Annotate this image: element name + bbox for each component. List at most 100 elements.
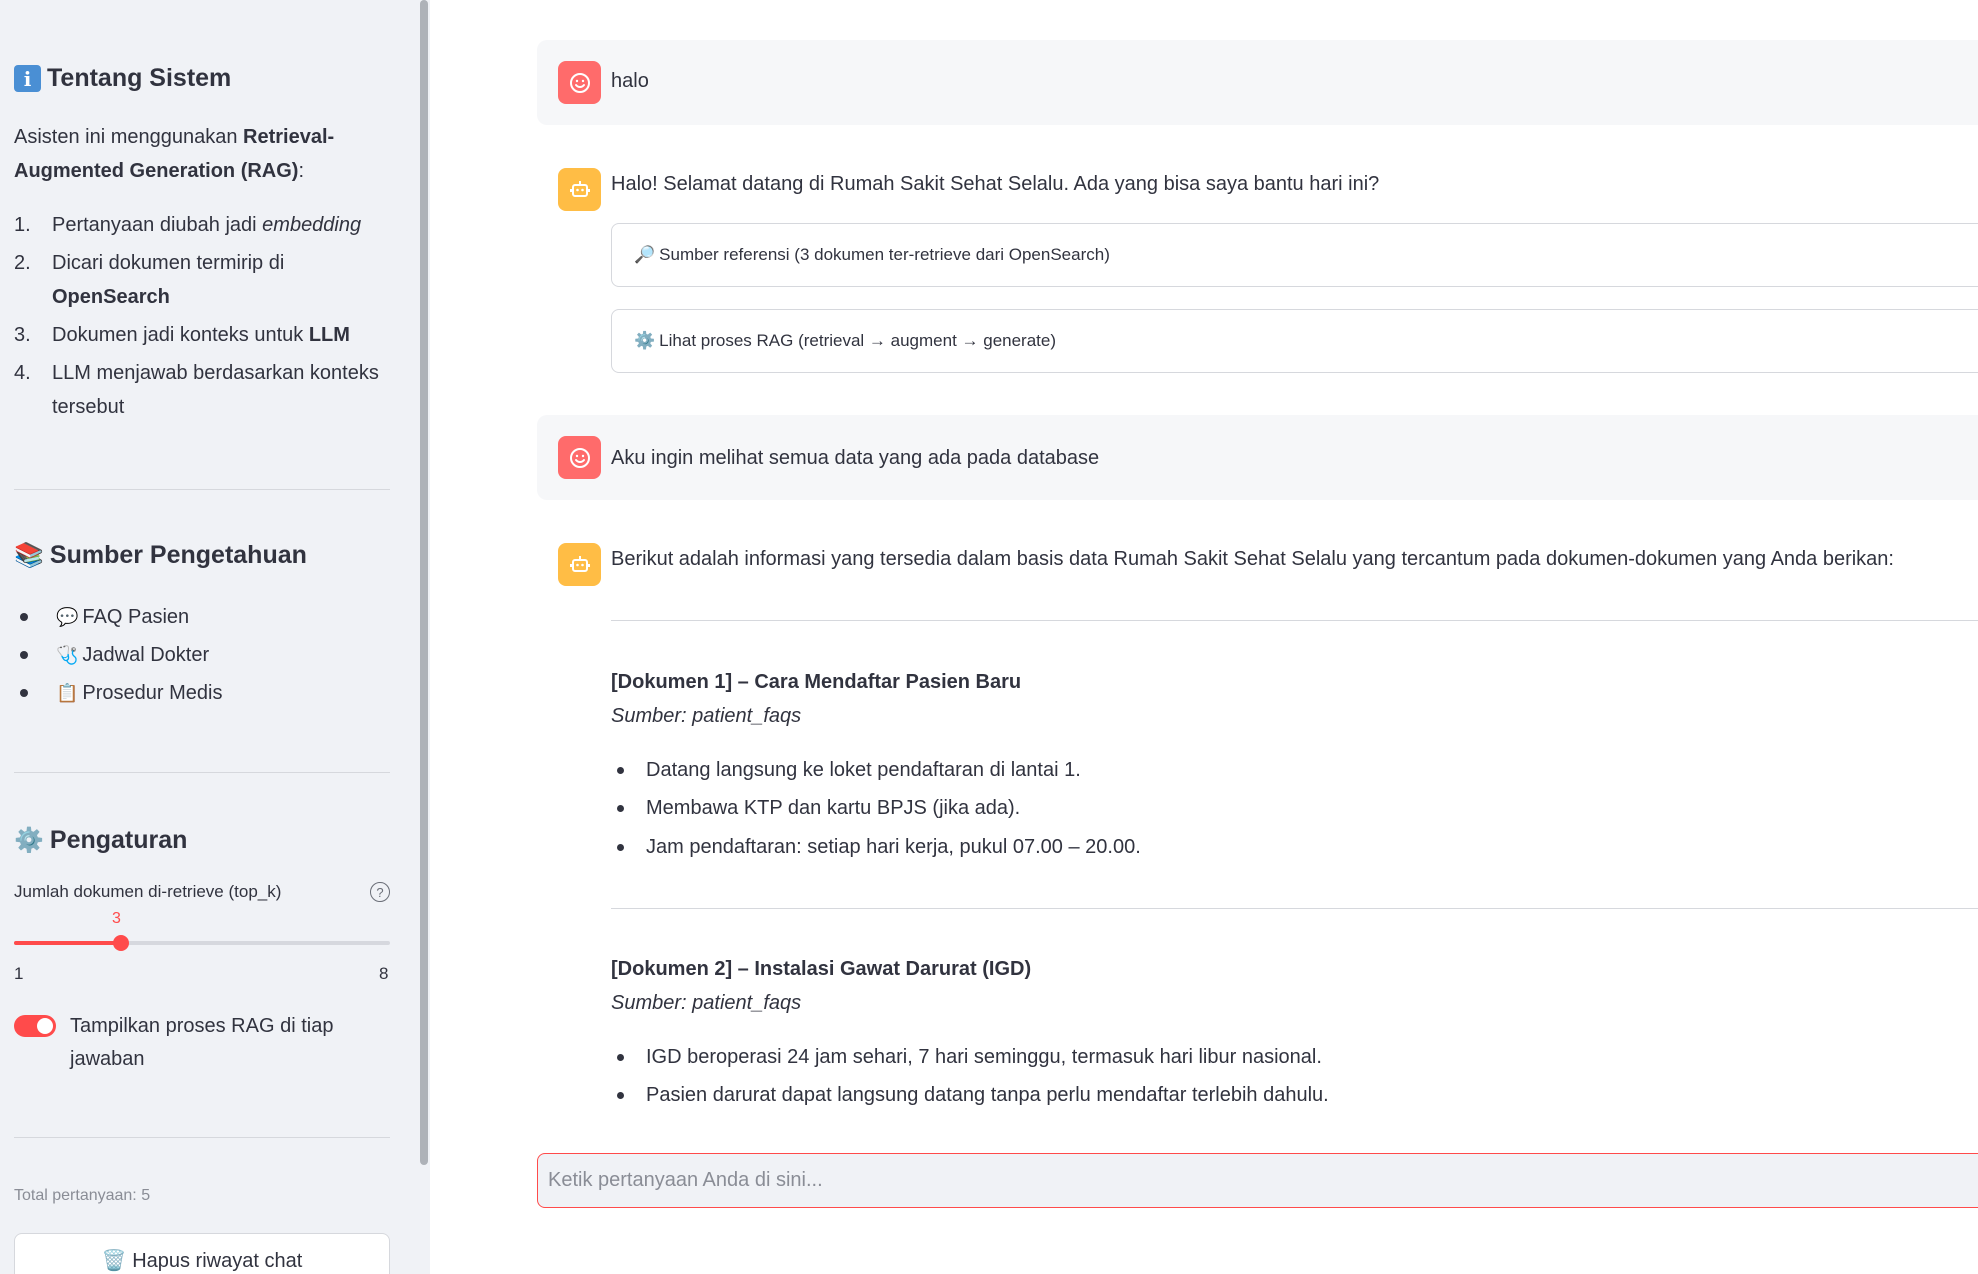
step-number: 4.	[14, 362, 31, 384]
document-title: [Dokumen 2] – Instalasi Gawat Darurat (I…	[611, 958, 1032, 980]
bullet-dot	[20, 651, 28, 659]
list-item: Pasien darurat dapat langsung datang tan…	[611, 1077, 1329, 1116]
document-bullet-list: Datang langsung ke loket pendaftaran di …	[611, 751, 1141, 867]
chat-area: halo Halo! Selamat datang di Rumah Sakit…	[430, 0, 1978, 1274]
list-item: Jam pendaftaran: setiap hari kerja, puku…	[611, 828, 1141, 867]
list-item: IGD beroperasi 24 jam sehari, 7 hari sem…	[611, 1038, 1329, 1077]
step-number: 1.	[14, 214, 31, 236]
clear-history-button[interactable]: 🗑️ Hapus riwayat chat	[14, 1233, 390, 1274]
step-text: LLM menjawab berdasarkan konteks tersebu…	[52, 362, 379, 418]
knowledge-item-label: Prosedur Medis	[82, 681, 223, 704]
user-message-bubble	[537, 40, 1978, 125]
document-source: Sumber: patient_faqs	[611, 992, 802, 1014]
speech-bubble-icon: 💬	[56, 606, 79, 627]
knowledge-item-label: Jadwal Dokter	[82, 643, 210, 666]
step-text-part: Pertanyaan diubah jadi	[52, 214, 263, 236]
slider-min-label: 1	[14, 964, 24, 983]
bullet-dot	[617, 805, 624, 813]
sidebar-scrollbar[interactable]	[420, 0, 428, 1165]
sources-expander[interactable]: 🔎 Sumber referensi (3 dokumen ter-retrie…	[611, 223, 1978, 287]
robot-icon	[569, 180, 590, 197]
expander-label: Lihat proses RAG (retrieval → augment → …	[659, 331, 1057, 350]
step-text-part: Dokumen jadi konteks untuk	[52, 324, 309, 346]
about-title-text: Tentang Sistem	[47, 64, 232, 92]
top-k-slider-track[interactable]	[14, 941, 390, 945]
help-icon[interactable]: ?	[370, 882, 390, 902]
clear-history-label: Hapus riwayat chat	[132, 1250, 303, 1272]
bullet-dot	[617, 1092, 624, 1100]
step-number: 2.	[14, 252, 31, 274]
top-k-slider-thumb[interactable]	[113, 935, 129, 951]
about-intro: Asisten ini menggunakan Retrieval-Augmen…	[14, 120, 374, 188]
list-item-text: Pasien darurat dapat langsung datang tan…	[646, 1084, 1329, 1107]
bot-avatar-icon	[558, 168, 601, 211]
assistant-message-text: Halo! Selamat datang di Rumah Sakit Seha…	[611, 173, 1380, 195]
smiley-icon	[569, 72, 590, 93]
rag-step: 2. Dicari dokumen termirip di OpenSearch	[14, 246, 394, 314]
bullet-dot	[20, 613, 28, 621]
gear-icon: ⚙️	[634, 331, 656, 350]
rag-step: 3. Dokumen jadi konteks untuk LLM	[14, 318, 394, 352]
slider-fill	[14, 941, 121, 945]
about-section-title: i Tentang Sistem	[14, 64, 231, 93]
sidebar: i Tentang Sistem Asisten ini menggunakan…	[0, 0, 430, 1274]
step-text-emphasis: embedding	[262, 214, 362, 236]
list-item-text: Datang langsung ke loket pendaftaran di …	[646, 758, 1081, 781]
robot-icon	[569, 555, 590, 572]
sidebar-divider	[14, 772, 390, 773]
expander-label: Sumber referensi (3 dokumen ter-retrieve…	[659, 245, 1110, 264]
user-avatar-icon	[558, 61, 601, 104]
gear-icon: ⚙️	[14, 827, 44, 854]
rag-step: 1. Pertanyaan diubah jadi embedding	[14, 208, 394, 242]
app-root: i Tentang Sistem Asisten ini menggunakan…	[0, 0, 1978, 1274]
document-source: Sumber: patient_faqs	[611, 705, 802, 727]
document-title: [Dokumen 1] – Cara Mendaftar Pasien Baru	[611, 671, 1022, 693]
list-item: Datang langsung ke loket pendaftaran di …	[611, 751, 1141, 790]
list-item-text: IGD beroperasi 24 jam sehari, 7 hari sem…	[646, 1045, 1322, 1068]
list-item: Membawa KTP dan kartu BPJS (jika ada).	[611, 790, 1141, 829]
assistant-message-text: Berikut adalah informasi yang tersedia d…	[611, 548, 1894, 570]
knowledge-item-label: FAQ Pasien	[82, 605, 190, 628]
user-message-text: Aku ingin melihat semua data yang ada pa…	[611, 447, 1100, 469]
slider-current-value: 3	[112, 910, 121, 927]
knowledge-list: 💬 FAQ Pasien 🩺 Jadwal Dokter 📋 Prosedur …	[14, 598, 222, 712]
knowledge-item-schedule: 🩺 Jadwal Dokter	[14, 636, 222, 674]
slider-label-text: Jumlah dokumen di-retrieve (top_k)	[14, 882, 282, 901]
knowledge-section-title: 📚 Sumber Pengetahuan	[14, 541, 307, 570]
settings-section-title: ⚙️ Pengaturan	[14, 826, 187, 855]
toggle-knob	[37, 1018, 53, 1034]
bullet-dot	[617, 843, 624, 851]
knowledge-item-faq: 💬 FAQ Pasien	[14, 598, 222, 636]
bot-avatar-icon	[558, 543, 601, 586]
clipboard-icon: 📋	[56, 682, 79, 703]
document-bullet-list: IGD beroperasi 24 jam sehari, 7 hari sem…	[611, 1038, 1329, 1115]
message-divider	[611, 908, 1978, 909]
sidebar-divider	[14, 489, 390, 490]
user-message-text: halo	[611, 70, 649, 92]
rag-steps-list: 1. Pertanyaan diubah jadi embedding 2. D…	[14, 208, 394, 428]
slider-max-label: 8	[379, 964, 389, 983]
list-item-text: Jam pendaftaran: setiap hari kerja, puku…	[646, 835, 1141, 858]
stethoscope-icon: 🩺	[56, 644, 79, 665]
show-rag-toggle[interactable]	[14, 1015, 56, 1037]
info-icon: i	[14, 65, 41, 92]
show-rag-toggle-row: Tampilkan proses RAG di tiap jawaban	[14, 1010, 384, 1076]
rag-process-expander[interactable]: ⚙️ Lihat proses RAG (retrieval → augment…	[611, 309, 1978, 373]
step-text: Pertanyaan diubah jadi embedding	[52, 208, 361, 242]
knowledge-title-text: Sumber Pengetahuan	[49, 541, 307, 569]
bullet-dot	[617, 1053, 624, 1061]
settings-title-text: Pengaturan	[49, 826, 188, 854]
step-text: Dokumen jadi konteks untuk LLM	[52, 318, 350, 352]
chat-input[interactable]	[537, 1153, 1978, 1208]
bullet-dot	[617, 766, 624, 774]
intro-prefix: Asisten ini menggunakan	[14, 126, 244, 148]
step-text-part: Dicari dokumen termirip di	[52, 252, 285, 274]
list-item-text: Membawa KTP dan kartu BPJS (jika ada).	[646, 797, 1021, 820]
message-divider	[611, 620, 1978, 621]
magnifier-icon: 🔎	[634, 245, 656, 264]
step-text-bold: OpenSearch	[52, 286, 170, 308]
user-avatar-icon	[558, 436, 601, 479]
books-icon: 📚	[14, 542, 44, 569]
toggle-label: Tampilkan proses RAG di tiap jawaban	[70, 1015, 334, 1070]
trash-icon: 🗑️	[101, 1250, 127, 1272]
